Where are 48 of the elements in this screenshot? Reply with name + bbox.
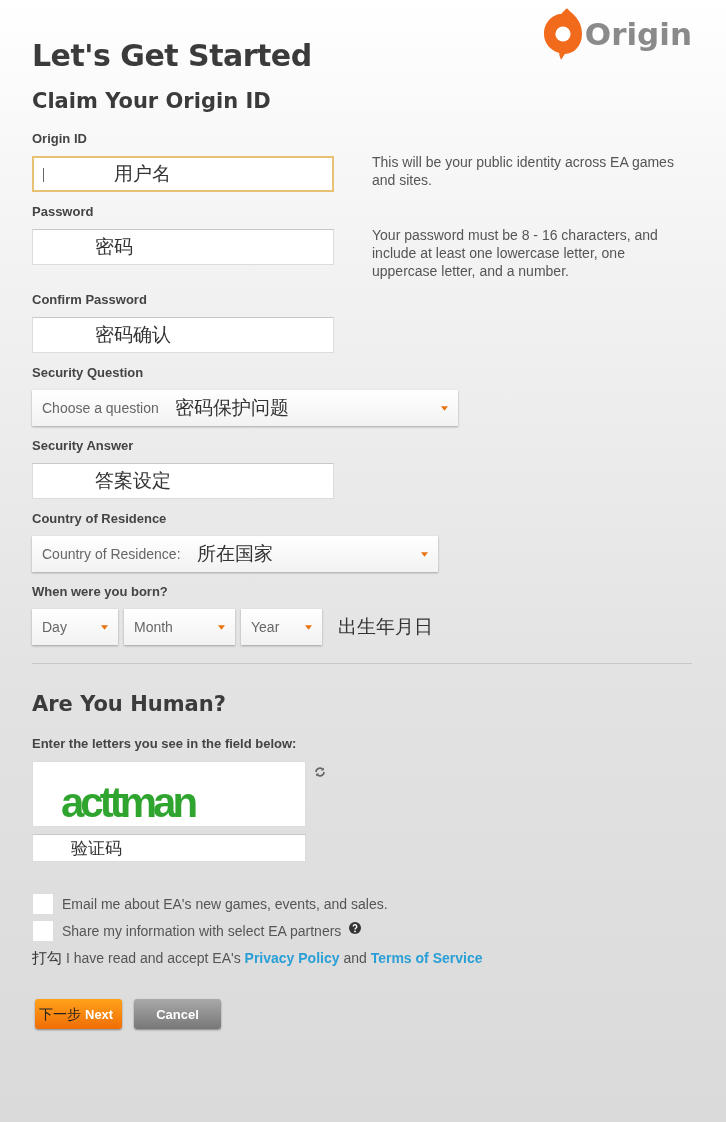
checkbox-label: Email me about EA's new games, events, and sales. <box>62 896 388 912</box>
annotation-text: 出生年月日 <box>338 614 433 639</box>
field-label: Password <box>32 204 95 219</box>
instruction-text: Enter the letters you see in the field below: <box>32 736 298 751</box>
captcha-image: acttman <box>32 761 306 827</box>
input-field[interactable]: 验证码 <box>32 834 306 862</box>
annotation-text: 密码保护问题 <box>174 395 289 420</box>
dropdown-value: Choose a question <box>42 400 159 416</box>
dropdown-value: Country of Residence: <box>42 546 181 562</box>
caret-icon <box>421 551 428 557</box>
field-label: Security Question <box>32 365 145 380</box>
dropdown[interactable]: Month <box>124 609 235 645</box>
input-field[interactable]: 密码确认 <box>32 317 334 353</box>
dropdown[interactable]: Country of Residence: 所在国家 <box>32 536 438 572</box>
dropdown-value: Year <box>251 619 280 635</box>
dropdown[interactable]: Year <box>241 609 322 645</box>
field-label: Country of Residence <box>32 511 168 526</box>
input-field[interactable]: 用户名 <box>32 156 334 192</box>
checkbox-label: I have read and accept EA's Privacy Policy and Terms of Service <box>66 950 483 966</box>
origin-swirl-icon <box>543 8 582 60</box>
dropdown[interactable]: Day <box>32 609 118 645</box>
dropdown[interactable]: Choose a question 密码保护问题 <box>32 390 458 426</box>
annotation-text: 下一步 <box>39 1006 81 1022</box>
field-label: When were you born? <box>32 584 169 599</box>
field-label: Origin ID <box>32 131 88 146</box>
caret-icon <box>101 624 108 630</box>
input-field[interactable]: 答案设定 <box>32 463 334 499</box>
field-label: Security Answer <box>32 438 135 453</box>
dropdown-value: Month <box>134 619 173 635</box>
checkbox-label: Share my information with select EA partners <box>62 923 342 939</box>
annotation-text: 所在国家 <box>196 541 273 566</box>
caret-icon <box>441 405 448 411</box>
origin-logo: Origin <box>543 8 692 60</box>
annotation-text: 打勾 <box>32 948 62 968</box>
checkbox[interactable] <box>32 920 54 942</box>
help-icon[interactable] <box>349 922 362 934</box>
input-field[interactable]: 密码 <box>32 229 334 265</box>
dropdown-value: Day <box>42 619 67 635</box>
caret-icon <box>305 624 312 630</box>
refresh-icon[interactable] <box>314 766 326 778</box>
field-label: Confirm Password <box>32 292 148 307</box>
section-title: Are You Human? <box>32 692 227 716</box>
hint-text: This will be your public identity across EA games and sites. <box>372 153 675 190</box>
checkbox[interactable] <box>32 893 54 915</box>
caret-icon <box>218 624 225 630</box>
hint-text: Your password must be 8 - 16 characters, and include at least one lowercase letter, one uppercase letter, and a number. <box>372 226 659 280</box>
page-title: Let's Get Started <box>32 38 312 73</box>
section-title: Claim Your Origin ID <box>32 89 272 113</box>
